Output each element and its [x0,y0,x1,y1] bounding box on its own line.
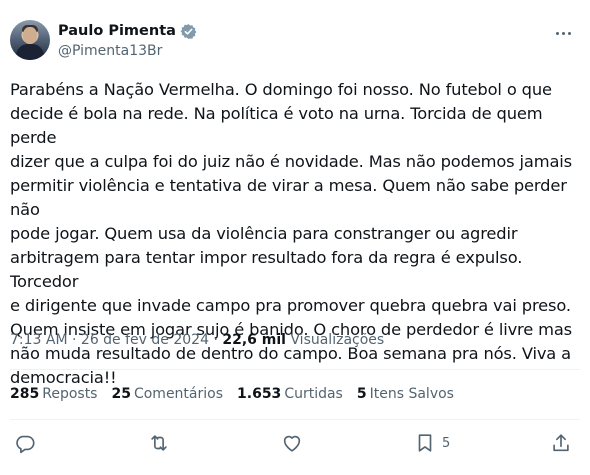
avatar[interactable] [10,20,50,60]
post-time[interactable]: 7:13 AM [10,332,68,348]
author-display-name[interactable]: Paulo Pimenta [58,23,176,39]
like-button[interactable] [281,432,303,454]
reply-button[interactable] [14,432,36,454]
bookmark-count: 5 [442,435,451,451]
meta-separator-2: · [213,332,218,348]
comments-stat[interactable]: 25 Comentários [111,386,223,402]
views-count: 22,6 mil [222,332,286,348]
share-button[interactable] [550,432,572,454]
action-bar: 5 [0,426,590,460]
verified-badge-icon[interactable] [180,23,197,40]
engagement-stats: 285 Reposts 25 Comentários 1.653 Curtidas 5… [10,386,468,402]
share-icon [553,434,569,452]
tweet: Paulo Pimenta @Pimenta13Br Parabéns a Na… [0,0,590,475]
author-handle[interactable]: @Pimenta13Br [58,43,197,59]
heart-icon [283,435,301,452]
post-date[interactable]: 26 de fev de 2024 [81,332,209,348]
meta-separator: · [72,332,77,348]
reply-icon [16,435,35,454]
divider-bottom [10,419,580,420]
repost-button[interactable] [148,432,170,454]
likes-stat[interactable]: 1.653 Curtidas [237,386,343,402]
more-options-icon[interactable] [552,22,574,44]
bookmark-button[interactable]: 5 [414,432,450,454]
bookmarks-stat[interactable]: 5 Itens Salvos [357,386,454,402]
reposts-stat[interactable]: 285 Reposts [10,386,97,402]
post-meta: 7:13 AM · 26 de fev de 2024 · 22,6 mil V… [10,332,384,348]
author-names: Paulo Pimenta @Pimenta13Br [58,21,197,59]
tweet-header: Paulo Pimenta @Pimenta13Br [10,18,590,62]
views-label: Visualizações [290,332,385,348]
bookmark-icon [418,434,432,452]
repost-icon [151,435,167,451]
divider-top [10,369,580,370]
